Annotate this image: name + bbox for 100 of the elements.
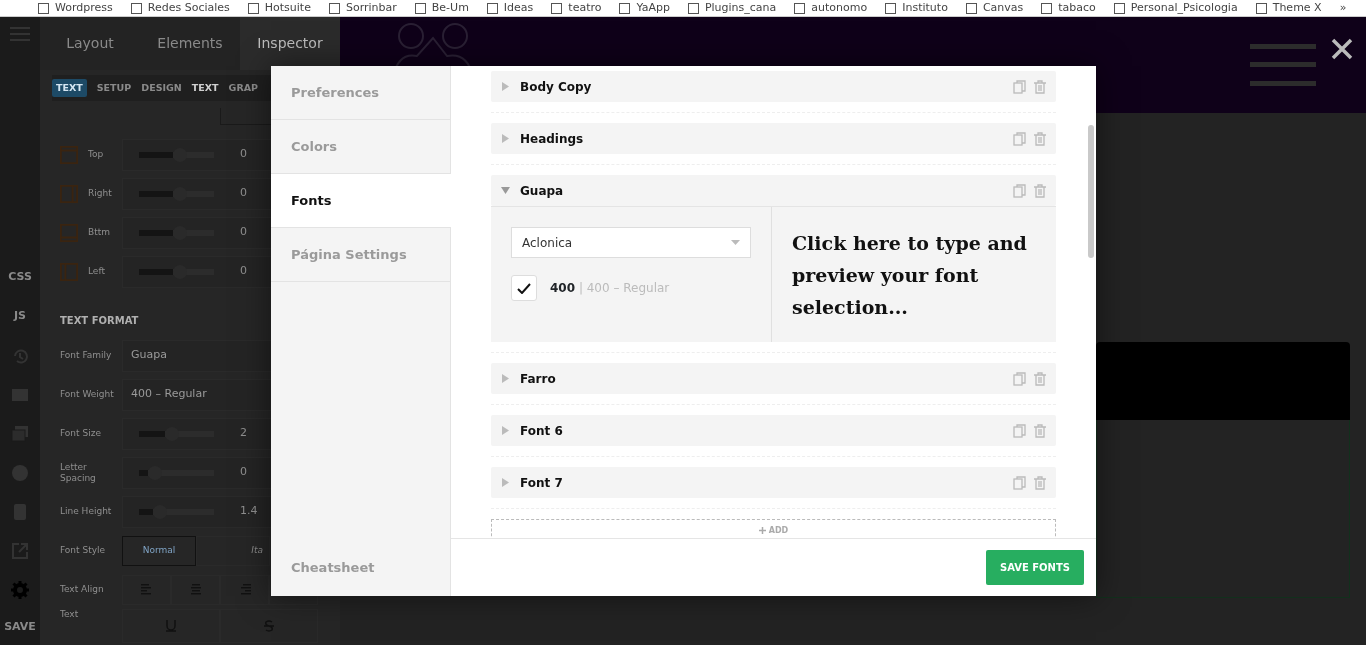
slider-handle[interactable] xyxy=(172,264,187,279)
row-label: Right xyxy=(88,188,113,199)
panel-tab[interactable]: Layout xyxy=(40,32,140,55)
trash-icon[interactable] xyxy=(1034,79,1046,94)
style-option[interactable]: Ita xyxy=(196,535,270,566)
bookmark-link[interactable]: Personal_Psicologia xyxy=(1113,0,1238,16)
slider-handle[interactable] xyxy=(165,426,180,441)
menu-icon[interactable] xyxy=(10,27,30,41)
section-tab[interactable]: SETUP xyxy=(96,80,132,96)
bookmark-link[interactable]: Instituto xyxy=(885,0,948,16)
weight-checkbox[interactable] xyxy=(511,275,537,301)
section-tab[interactable]: DESIGN xyxy=(141,80,182,96)
slider-handle[interactable] xyxy=(152,504,167,519)
caret-right-icon xyxy=(501,478,510,487)
check-icon xyxy=(517,282,531,294)
row-label: Top xyxy=(88,149,105,160)
font-preview-text[interactable]: Click here to type and preview your font selection... xyxy=(772,207,1056,342)
caret-right-icon xyxy=(501,134,510,143)
slider-handle[interactable] xyxy=(172,186,187,201)
trash-icon[interactable] xyxy=(1034,371,1046,386)
bookmark-link[interactable]: Theme X xyxy=(1255,0,1322,16)
font-name: Headings xyxy=(520,130,585,148)
bookmark-link[interactable]: teatro xyxy=(551,0,602,16)
slider-value: 1.4 xyxy=(240,503,258,520)
panel-tab[interactable]: Elements xyxy=(140,32,240,55)
bookmark-link[interactable]: tabaco xyxy=(1041,0,1096,16)
align-button[interactable] xyxy=(220,574,269,605)
section-tab[interactable]: GRAP xyxy=(228,80,258,96)
bookmark-link[interactable]: autonomo xyxy=(794,0,868,16)
tablet-icon[interactable] xyxy=(11,503,29,521)
weight-label: 400 | 400 – Regular xyxy=(550,280,670,297)
section-tab[interactable]: TEXT xyxy=(191,80,219,96)
font-item-header[interactable]: Font 7 xyxy=(491,467,1056,498)
font-name: Font 7 xyxy=(520,474,564,492)
breadcrumb-tag[interactable]: TEXT xyxy=(52,78,87,98)
dialog-nav-item[interactable]: Fonts xyxy=(271,174,451,228)
external-link-icon[interactable] xyxy=(11,542,29,560)
copy-icon[interactable] xyxy=(1013,183,1026,198)
font-name: Guapa xyxy=(520,182,565,200)
caret-right-icon xyxy=(501,426,510,435)
bookmark-link[interactable]: Ideas xyxy=(486,0,534,16)
trash-icon[interactable] xyxy=(1034,183,1046,198)
copy-icon[interactable] xyxy=(1013,371,1026,386)
slider-handle[interactable] xyxy=(172,225,187,240)
bookmark-link[interactable]: YaApp xyxy=(619,0,670,16)
settings-icon[interactable] xyxy=(11,581,29,599)
font-select[interactable]: Aclonica xyxy=(511,227,751,258)
slider-handle[interactable] xyxy=(172,147,187,162)
close-icon[interactable] xyxy=(1330,37,1354,61)
caret-right-icon xyxy=(501,374,510,383)
circle-icon[interactable] xyxy=(11,464,29,482)
copy-icon[interactable] xyxy=(1013,79,1026,94)
font-item-header[interactable]: Body Copy xyxy=(491,71,1056,102)
font-item-header[interactable]: Farro xyxy=(491,363,1056,394)
rail-label[interactable]: CSS xyxy=(8,269,32,308)
caret-down-icon xyxy=(501,186,510,195)
font-name: Body Copy xyxy=(520,78,593,96)
scrollbar[interactable] xyxy=(1088,125,1094,258)
align-button[interactable] xyxy=(122,574,171,605)
field-label: Font Style xyxy=(60,545,107,556)
field-label: Font Weight xyxy=(60,389,115,400)
panel-tab[interactable]: Inspector xyxy=(240,17,340,70)
field-label: Text xyxy=(60,609,80,620)
save-link[interactable]: SAVE xyxy=(4,619,36,636)
bookmark-link[interactable]: Hotsuite xyxy=(247,0,311,16)
font-name: Font 6 xyxy=(520,422,564,440)
field-label: Line Height xyxy=(60,506,113,517)
copy-icon[interactable] xyxy=(1013,423,1026,438)
row-label: Bttm xyxy=(88,227,111,238)
stack-icon[interactable] xyxy=(11,425,29,443)
slider-value: 0 xyxy=(240,464,247,481)
copy-icon[interactable] xyxy=(1013,131,1026,146)
trash-icon[interactable] xyxy=(1034,423,1046,438)
menu-icon[interactable] xyxy=(1250,44,1316,86)
align-button[interactable] xyxy=(171,574,220,605)
field-label: Letter Spacing xyxy=(60,461,97,484)
slider-value: 0 xyxy=(240,185,247,202)
slider-value: 2 xyxy=(240,425,247,442)
bookmark-link[interactable]: Canvas xyxy=(965,0,1024,16)
bookmark-link[interactable]: Redes Sociales xyxy=(130,0,230,16)
field-label: Font Size xyxy=(60,428,102,439)
field-label: Font Family xyxy=(60,350,113,361)
rail-label[interactable]: JS xyxy=(14,308,26,347)
caret-right-icon xyxy=(501,82,510,91)
bookmark-link[interactable]: Wordpress xyxy=(38,0,113,16)
font-item-header[interactable]: Font 6 xyxy=(491,415,1056,446)
font-name: Farro xyxy=(520,370,557,388)
trash-icon[interactable] xyxy=(1034,131,1046,146)
history-icon[interactable] xyxy=(11,347,29,365)
bookmark-link[interactable]: Plugins_cana xyxy=(687,0,777,16)
slider-handle[interactable] xyxy=(148,465,162,480)
font-item-header[interactable]: Headings xyxy=(491,123,1056,154)
bookmarks-overflow[interactable]: » xyxy=(1339,0,1347,16)
bookmark-link[interactable]: Sorrinbar xyxy=(328,0,397,16)
bookmark-link[interactable]: Be-Um xyxy=(414,0,469,16)
trash-icon[interactable] xyxy=(1034,475,1046,490)
copy-icon[interactable] xyxy=(1013,475,1026,490)
window-icon[interactable] xyxy=(11,386,29,404)
font-item-header[interactable]: Guapa xyxy=(491,175,1056,206)
style-option[interactable]: Normal xyxy=(122,535,196,566)
